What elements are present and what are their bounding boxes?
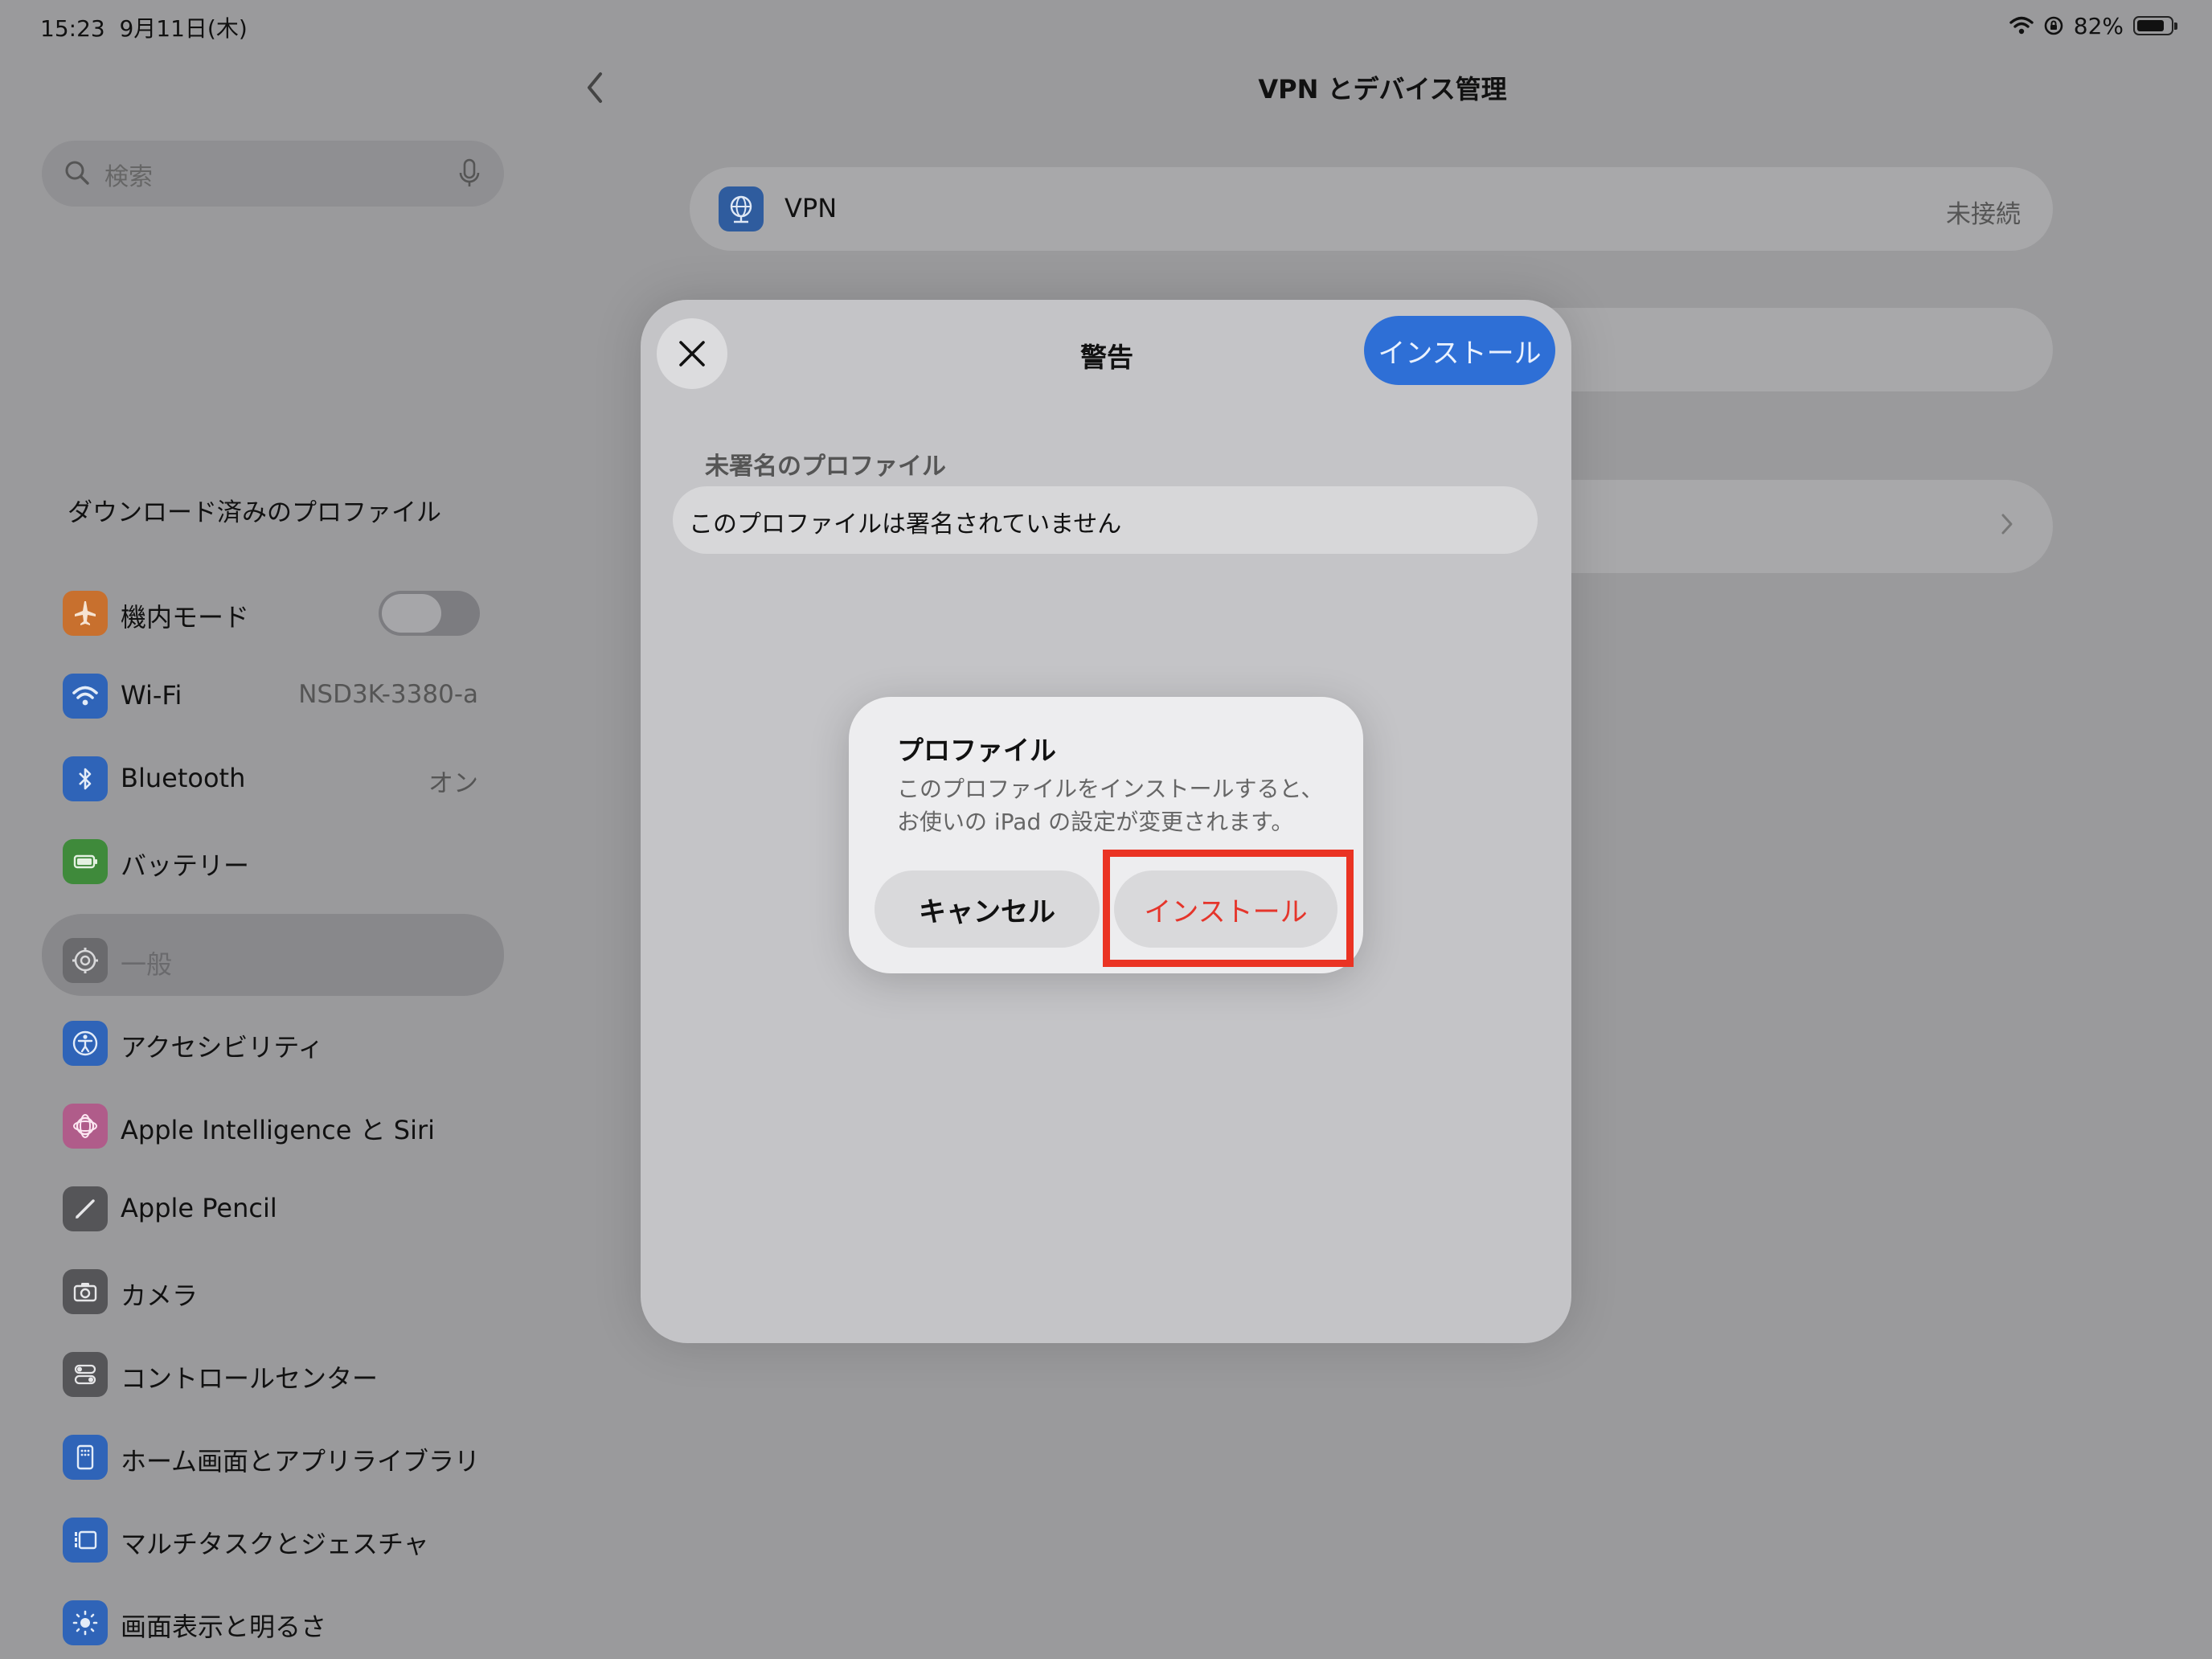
status-indicators: 82%	[2009, 11, 2177, 40]
rotation-lock-icon	[2044, 16, 2063, 35]
status-time: 15:23 9月11日(木)	[40, 15, 248, 42]
vpn-label: VPN	[784, 193, 838, 223]
sidebar-item[interactable]: Bluetooth オン	[42, 732, 504, 813]
battery-icon	[2133, 16, 2177, 35]
camera-icon	[63, 1269, 108, 1314]
sidebar-item-label: Apple Intelligence と Siri	[121, 1115, 436, 1145]
sidebar-item-label: バッテリー	[121, 850, 250, 881]
multitask-icon	[63, 1518, 108, 1563]
microphone-icon[interactable]	[457, 157, 481, 190]
sidebar-item[interactable]: 一般	[42, 914, 504, 996]
sidebar-item-label: Wi-Fi	[121, 680, 182, 711]
control-center-icon	[63, 1352, 108, 1397]
sidebar-item-label: Apple Pencil	[121, 1193, 277, 1223]
search-input[interactable]: 検索	[42, 141, 504, 207]
sidebar-item-label: マルチタスクとジェスチャ	[121, 1529, 429, 1559]
sidebar-item-label: アクセシビリティ	[121, 1032, 324, 1063]
search-icon	[65, 161, 89, 185]
battery-level-fill	[2137, 20, 2164, 31]
alert-title: プロファイル	[897, 735, 1056, 766]
cancel-button[interactable]: キャンセル	[875, 870, 1100, 948]
sidebar-item-label: コントロールセンター	[121, 1363, 379, 1394]
vpn-status: 未接続	[1946, 200, 2021, 229]
toggle-knob	[382, 594, 441, 633]
sidebar-item-value: オン	[428, 769, 478, 798]
battery-icon	[63, 839, 108, 884]
search-placeholder: 検索	[104, 163, 153, 191]
accessibility-icon	[63, 1021, 108, 1066]
sidebar-item[interactable]: コントロールセンター	[42, 1328, 504, 1408]
sidebar-item[interactable]: Apple Pencil	[42, 1162, 504, 1243]
sidebar-item-label: カメラ	[121, 1280, 199, 1311]
sidebar-item[interactable]: Apple Intelligence と Siri	[42, 1079, 504, 1160]
sidebar-item-label: ホーム画面とアプリライブラリ	[121, 1446, 481, 1477]
alert-message: このプロファイルをインストールすると、 お使いの iPad の設定が変更されます…	[897, 772, 1347, 838]
alert-message-line: お使いの iPad の設定が変更されます。	[897, 809, 1294, 835]
pencil-icon	[63, 1186, 108, 1231]
alert-message-line: このプロファイルをインストールすると、	[897, 776, 1324, 802]
sidebar-item[interactable]: バッテリー	[42, 815, 504, 895]
chevron-right-icon	[2001, 514, 2013, 535]
back-chevron-icon[interactable]	[583, 69, 607, 106]
sidebar-item-label: 画面表示と明るさ	[121, 1612, 327, 1642]
brightness-icon	[63, 1600, 108, 1645]
unsigned-profile-row: このプロファイルは署名されていません	[673, 486, 1538, 554]
sidebar-item[interactable]: マルチタスクとジェスチャ	[42, 1493, 504, 1574]
sidebar-item-value: NSD3K-3380-a	[298, 680, 478, 709]
vpn-globe-icon	[719, 186, 764, 231]
highlight-box	[1103, 850, 1354, 967]
downloaded-profile-item[interactable]: ダウンロード済みのプロファイル	[68, 492, 441, 528]
sidebar-item-label: 一般	[121, 949, 173, 980]
unsigned-profile-text: このプロファイルは署名されていません	[689, 510, 1122, 539]
bluetooth-icon	[63, 756, 108, 801]
airplane-icon	[63, 591, 108, 636]
sidebar-item-label: Bluetooth	[121, 763, 246, 793]
install-button[interactable]: インストール	[1364, 316, 1555, 385]
sidebar-item[interactable]: Wi-Fi NSD3K-3380-a	[42, 649, 504, 730]
sidebar-item[interactable]: 画面表示と明るさ	[42, 1576, 504, 1657]
sidebar-item[interactable]: アクセシビリティ	[42, 997, 504, 1077]
airplane-mode-toggle[interactable]	[379, 591, 480, 636]
sidebar-item-label: 機内モード	[121, 602, 250, 633]
sidebar-item[interactable]: ホーム画面とアプリライブラリ	[42, 1411, 504, 1491]
page-title: VPN とデバイス管理	[1258, 74, 1507, 104]
sheet-title: 警告	[1080, 342, 1133, 373]
section-header: 未署名のプロファイル	[705, 453, 946, 481]
wifi-icon	[63, 674, 108, 719]
battery-percent: 82%	[2073, 12, 2124, 39]
wifi-status-icon	[2009, 16, 2034, 35]
home-screen-icon	[63, 1435, 108, 1480]
siri-icon	[63, 1104, 108, 1149]
vpn-row[interactable]: VPN 未接続	[690, 167, 2053, 251]
close-icon	[679, 341, 705, 367]
sidebar-item[interactable]: 機内モード	[42, 567, 504, 647]
gear-icon	[63, 938, 108, 983]
close-button[interactable]	[657, 318, 727, 389]
sidebar-item[interactable]: カメラ	[42, 1245, 504, 1325]
